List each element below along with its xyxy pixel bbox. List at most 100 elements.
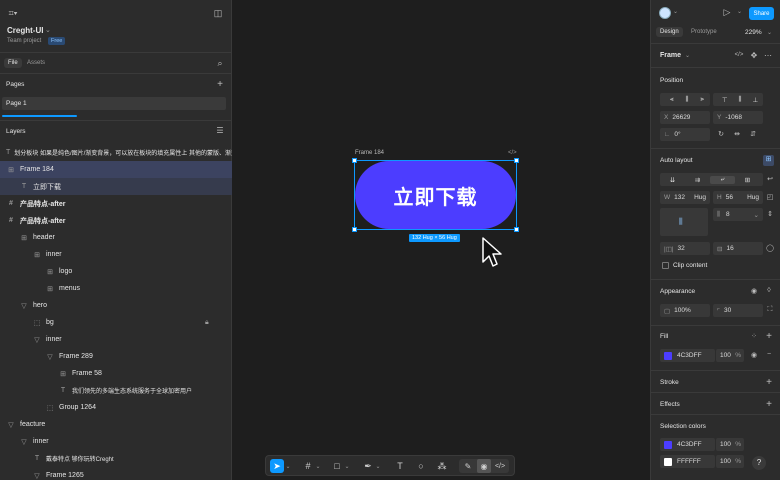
h-mode[interactable]: Hug [747,194,759,201]
y-position-field[interactable]: Y -1068 [713,111,763,124]
w-mode[interactable]: Hug [694,194,706,201]
avatar[interactable] [659,7,671,19]
selection-opacity-1[interactable]: 100% [716,438,744,451]
align-top-icon[interactable]: ⊤ [717,96,732,104]
resize-handle-br[interactable] [514,227,519,232]
align-middle-icon[interactable]: ⫼ [732,96,747,104]
shape-tool-chevron-icon[interactable]: ⌄ [343,459,351,473]
layer-row[interactable]: ⊞ Frame 58 [0,365,232,382]
remove-fill-icon[interactable]: − [764,351,774,358]
file-name-chevron-icon[interactable]: ⌄ [45,26,51,34]
tab-assets[interactable]: Assets [27,60,45,66]
selection-color-2[interactable]: FFFFFF [660,455,715,468]
align-left-icon[interactable]: ⫷ [664,96,679,104]
layer-row[interactable]: T 戴泰特点 够你玩转Creght [0,450,232,467]
fill-color-field[interactable]: 4C3DFF [660,349,715,362]
layout-vertical-icon[interactable]: ⇊ [660,176,685,184]
pages-scrollbar[interactable] [2,115,77,117]
fill-visibility-icon[interactable]: ◉ [749,351,759,359]
present-play-icon[interactable]: ▷ [722,7,732,18]
canvas[interactable]: Frame 184 </> 立即下载 132 Hug × 56 Hug [232,0,650,480]
blend-mode-icon[interactable]: ◊ [764,287,774,294]
height-field[interactable]: H 56 Hug [713,191,763,204]
corner-radius-field[interactable]: ⌜ 30 [713,304,763,317]
dev-mode-icon[interactable]: </> [493,459,507,473]
avatar-chevron-icon[interactable]: ⌄ [673,8,678,15]
align-right-icon[interactable]: ⫸ [695,96,710,104]
layer-row[interactable]: ▽ feacture [0,416,232,433]
rectangle-tool-icon[interactable]: □ [330,459,344,473]
page-item-page1[interactable]: Page 1 [2,97,226,110]
layer-row[interactable]: ⊞ logo [0,263,232,280]
design-mode-icon[interactable]: ✎ [461,459,475,473]
pen-tool-icon[interactable]: ✒ [361,459,375,473]
layer-row[interactable]: T 划分板块 如果是纯色/图片/渐变背景，可以放在板块的填充属性上 其他的蒙版、渐… [0,144,232,161]
code-icon[interactable]: </> [508,150,517,156]
layer-row[interactable]: # 产品特点-after [0,212,232,229]
tab-prototype[interactable]: Prototype [691,29,717,35]
gap-field[interactable]: ⫼ 8 ⌄ [713,208,763,221]
rotate-90-icon[interactable]: ↻ [716,130,726,138]
sidebar-toggle-icon[interactable]: ◫ [212,8,224,19]
distribute-icon[interactable]: ⇕ [765,210,775,218]
frame-label[interactable]: Frame 184 [355,150,384,156]
layout-horizontal-icon[interactable]: ⇉ [685,176,710,184]
remove-auto-layout-icon[interactable]: ⊞ [763,155,774,166]
move-tool-icon[interactable]: ➤ [270,459,284,473]
component-icon[interactable]: ✥ [749,51,759,60]
search-icon[interactable]: ⌕ [214,58,226,69]
resize-handle-tl[interactable] [352,158,357,163]
lock-icon[interactable]: 🔒︎ [205,319,209,327]
prototype-mode-icon[interactable]: ◉ [477,459,491,473]
frame-tool-icon[interactable]: # [301,459,315,473]
width-field[interactable]: W 132 Hug [660,191,710,204]
x-position-field[interactable]: X 26629 [660,111,710,124]
layer-row[interactable]: ▽ hero [0,297,232,314]
layer-row[interactable]: ⊞ menus [0,280,232,297]
layer-row[interactable]: ⬚ Group 1264 [0,399,232,416]
wrap-toggle-icon[interactable]: ↩ [765,175,775,183]
layout-wrap-icon[interactable]: ⤶ [710,175,735,184]
selection-color-1[interactable]: 4C3DFF [660,438,715,451]
layer-row[interactable]: # 产品特点-after [0,195,232,212]
add-fill-icon[interactable]: + [764,331,774,342]
layer-row[interactable]: ⬚ bg 🔒︎ [0,314,232,331]
flip-horizontal-icon[interactable]: ⇹ [732,130,742,138]
layer-row[interactable]: T 我们领先的多端生态系统服务于全球加密用户 [0,382,232,399]
layout-direction-group[interactable]: ⇊ ⇉ ⤶ ⊞ [660,173,763,186]
frame-type-chevron-icon[interactable]: ⌄ [685,52,690,59]
vertical-padding-field[interactable]: ⊟ 16 [713,242,763,255]
tab-file[interactable]: File [4,58,22,68]
add-effect-icon[interactable]: + [764,399,774,410]
fill-opacity-field[interactable]: 100% [716,349,744,362]
layout-grid-icon[interactable]: ⊞ [735,176,760,184]
team-name[interactable]: Team project [7,38,41,44]
present-chevron-icon[interactable]: ⌄ [737,8,742,15]
align-bottom-icon[interactable]: ⊥ [748,96,763,104]
share-button[interactable]: Share [749,7,774,20]
move-tool-chevron-icon[interactable]: ⌄ [284,459,292,473]
zoom-chevron-icon[interactable]: ⌄ [767,29,772,36]
collapse-layers-icon[interactable]: ☰ [214,126,226,135]
vertical-align-group[interactable]: ⊤ ⫼ ⊥ [713,93,763,106]
figma-menu-icon[interactable]: ⌗▾ [6,8,20,19]
layer-row[interactable]: ▽ Frame 289 [0,348,232,365]
clip-content-checkbox[interactable] [662,262,669,269]
layer-row[interactable]: ⊞ header [0,229,232,246]
more-options-icon[interactable]: ⋯ [763,51,773,60]
add-stroke-icon[interactable]: + [764,377,774,388]
layer-row[interactable]: T 立即下载 [0,178,232,195]
horizontal-padding-field[interactable]: |◫| 32 [660,242,710,255]
selection-swatch-2[interactable] [664,457,672,466]
visibility-eye-icon[interactable]: ◉ [749,287,759,295]
dev-code-icon[interactable]: </> [734,52,744,58]
frame-type-select[interactable]: Frame [660,52,681,59]
comment-tool-icon[interactable]: ○ [414,459,428,473]
fill-styles-icon[interactable]: ⁘ [749,332,759,340]
horizontal-align-group[interactable]: ⫷ ⫼ ⫸ [660,93,710,106]
help-button[interactable]: ? [752,456,766,470]
align-center-h-icon[interactable]: ⫼ [679,96,694,104]
layer-row[interactable]: ⊞ inner [0,246,232,263]
gap-chevron-icon[interactable]: ⌄ [754,211,759,219]
layer-row[interactable]: ▽ Frame 1265 [0,467,232,480]
